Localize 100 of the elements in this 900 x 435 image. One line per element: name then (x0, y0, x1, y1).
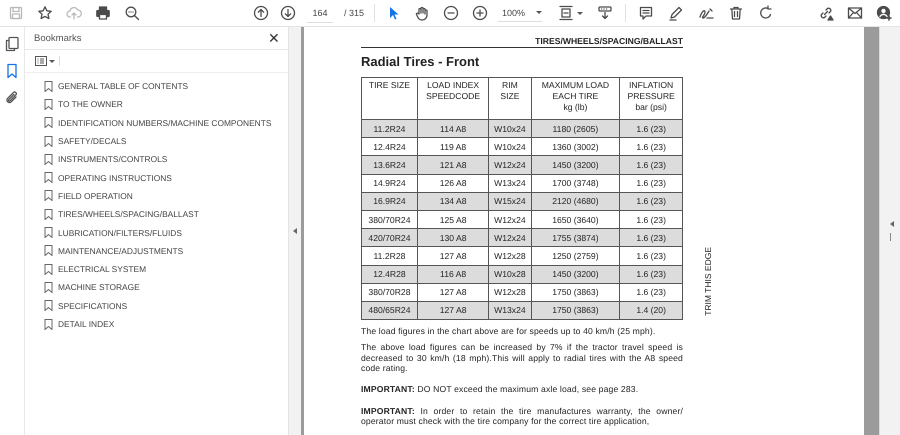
hand-icon[interactable] (414, 5, 430, 21)
bookmark-icon (44, 98, 53, 110)
table-cell: 1450 (3200) (531, 265, 620, 284)
account-icon[interactable] (876, 5, 892, 21)
star-icon[interactable] (37, 5, 53, 21)
bookmark-item[interactable]: SAFETY/DECALS (25, 132, 288, 150)
table-cell: 121 A8 (417, 156, 489, 174)
table-cell: 11.2R28 (362, 246, 418, 265)
table-cell: W15x24 (488, 192, 532, 210)
bookmark-icon (44, 172, 53, 184)
paragraph: IMPORTANT: In order to retain the tire manufactures warranty, the owner/ operator must check with the tire company for the correct tire application, (361, 406, 683, 426)
table-cell: 1.6 (23) (620, 265, 682, 284)
table-cell: 12.4R28 (362, 265, 418, 284)
table-cell: 127 A8 (417, 283, 489, 302)
panel-title: Bookmarks (34, 32, 82, 44)
bookmark-item[interactable]: TIRES/WHEELS/SPACING/BALLAST (25, 205, 288, 224)
bookmark-icon (44, 300, 53, 312)
arrow-up-icon[interactable] (253, 5, 269, 21)
table-cell: W13x24 (488, 301, 532, 320)
bookmark-item[interactable]: LUBRICATION/FILTERS/FLUIDS (25, 223, 288, 242)
table-cell: 1755 (3874) (531, 228, 620, 247)
table-cell: 130 A8 (417, 228, 489, 247)
table-cell: 2120 (4680) (531, 192, 620, 210)
table-cell: 127 A8 (417, 246, 489, 265)
bookmark-item[interactable]: MACHINE STORAGE (25, 278, 288, 297)
bookmark-icon (44, 190, 53, 202)
table-cell: 11.2R24 (362, 120, 418, 138)
zoom-in-icon[interactable] (472, 5, 488, 21)
bookmark-item[interactable]: TO THE OWNER (25, 95, 288, 114)
bookmark-item[interactable]: SPECIFICATIONS (25, 296, 288, 315)
table-cell: 13.6R24 (362, 156, 418, 174)
table-cell: W12x28 (488, 246, 532, 265)
bookmark-item[interactable]: FIELD OPERATION (25, 186, 288, 206)
bookmark-item[interactable]: GENERAL TABLE OF CONTENTS (25, 77, 288, 96)
table-cell: 1180 (2605) (531, 120, 620, 138)
zoom-out-icon[interactable] (443, 5, 460, 21)
bookmark-icon (44, 318, 53, 330)
table-cell: 420/70R24 (362, 228, 418, 247)
table-cell: 480/65R24 (362, 301, 418, 320)
close-button[interactable]: ✕ (268, 31, 280, 45)
bookmark-item[interactable]: INSTRUMENTS/CONTROLS (25, 150, 288, 168)
bookmark-item[interactable]: DETAIL INDEX (25, 314, 288, 334)
pages-icon[interactable] (4, 36, 20, 52)
paragraph: The load figures in the chart above are for speeds up to 40 km/h (25 mph). (361, 326, 656, 336)
bookmark-icon (44, 264, 53, 275)
bookmark-icon (44, 154, 53, 165)
options-dropdown[interactable] (35, 56, 60, 66)
table-cell: 126 A8 (417, 174, 489, 192)
table-cell: 1.6 (23) (620, 228, 682, 247)
table-cell: 1.6 (23) (620, 283, 682, 302)
table-cell: 1750 (3863) (531, 301, 620, 320)
table-cell: 116 A8 (417, 265, 489, 284)
table-cell: W12x24 (488, 228, 532, 247)
table-cell: 127 A8 (417, 301, 489, 320)
table-cell: 1.4 (20) (620, 301, 682, 320)
rotate-icon[interactable] (758, 5, 774, 21)
mail-icon[interactable] (847, 5, 863, 21)
bookmark-icon (44, 227, 53, 238)
column-header: TIRE SIZE (362, 78, 418, 120)
bookmark-icon (44, 208, 53, 220)
search-icon[interactable] (124, 5, 140, 21)
page-total: / 315 (344, 8, 364, 18)
link-share-icon[interactable] (818, 5, 834, 21)
table-cell: 14.9R24 (362, 174, 418, 192)
table-cell: 114 A8 (417, 120, 489, 138)
table-cell: 1250 (2759) (531, 246, 620, 265)
page-header: TIRES/WHEELS/SPACING/BALLAST (361, 36, 683, 48)
arrow-down-icon[interactable] (280, 5, 296, 21)
bookmark-item[interactable]: OPERATING INSTRUCTIONS (25, 168, 288, 187)
table-cell: 1700 (3748) (531, 174, 620, 192)
table-cell: 134 A8 (417, 192, 489, 210)
pen-icon[interactable] (668, 5, 684, 21)
table-cell: 380/70R28 (362, 283, 418, 302)
table-cell: 1450 (3200) (531, 156, 620, 174)
paragraph: IMPORTANT: DO NOT exceed the maximum axle load, see page 283. (361, 384, 640, 395)
bookmark-icon (44, 245, 53, 256)
fit-page-icon[interactable] (558, 5, 574, 21)
comment-icon[interactable] (638, 5, 654, 21)
bookmark-item[interactable]: IDENTIFICATION NUMBERS/MACHINE COMPONENTS (25, 114, 288, 132)
table-cell: 1.6 (23) (620, 174, 682, 192)
bookmark-item[interactable]: ELECTRICAL SYSTEM (25, 260, 288, 278)
margin-note: TRIM THIS EDGE (703, 247, 713, 316)
bookmark-icon (44, 117, 53, 128)
section-title: Radial Tires - Front (361, 54, 480, 69)
table-cell: 16.9R24 (362, 192, 418, 210)
bookmark-item[interactable]: MAINTENANCE/ADJUSTMENTS (25, 242, 288, 260)
table-cell: W13x24 (488, 174, 532, 192)
paragraph: The above load figures can be increased by 7% if the tractor travel speed is decreased to 30 km/h (18 mph).This will apply to radial tires with the A8 speed code rating. (361, 342, 683, 374)
scroll-mode-icon[interactable] (597, 5, 614, 21)
bookmark-icon (44, 80, 53, 92)
printer-icon[interactable] (95, 5, 111, 21)
trash-icon[interactable] (728, 5, 744, 21)
bookmark-icon (44, 282, 53, 293)
table-cell: 1.6 (23) (620, 192, 682, 210)
table-cell: W12x24 (488, 156, 532, 174)
table-cell: W10x24 (488, 120, 532, 138)
table-cell: 1.6 (23) (620, 246, 682, 265)
bookmark-icon (44, 136, 53, 147)
table-cell: 1.6 (23) (620, 156, 682, 174)
paperclip-icon[interactable] (4, 90, 20, 106)
